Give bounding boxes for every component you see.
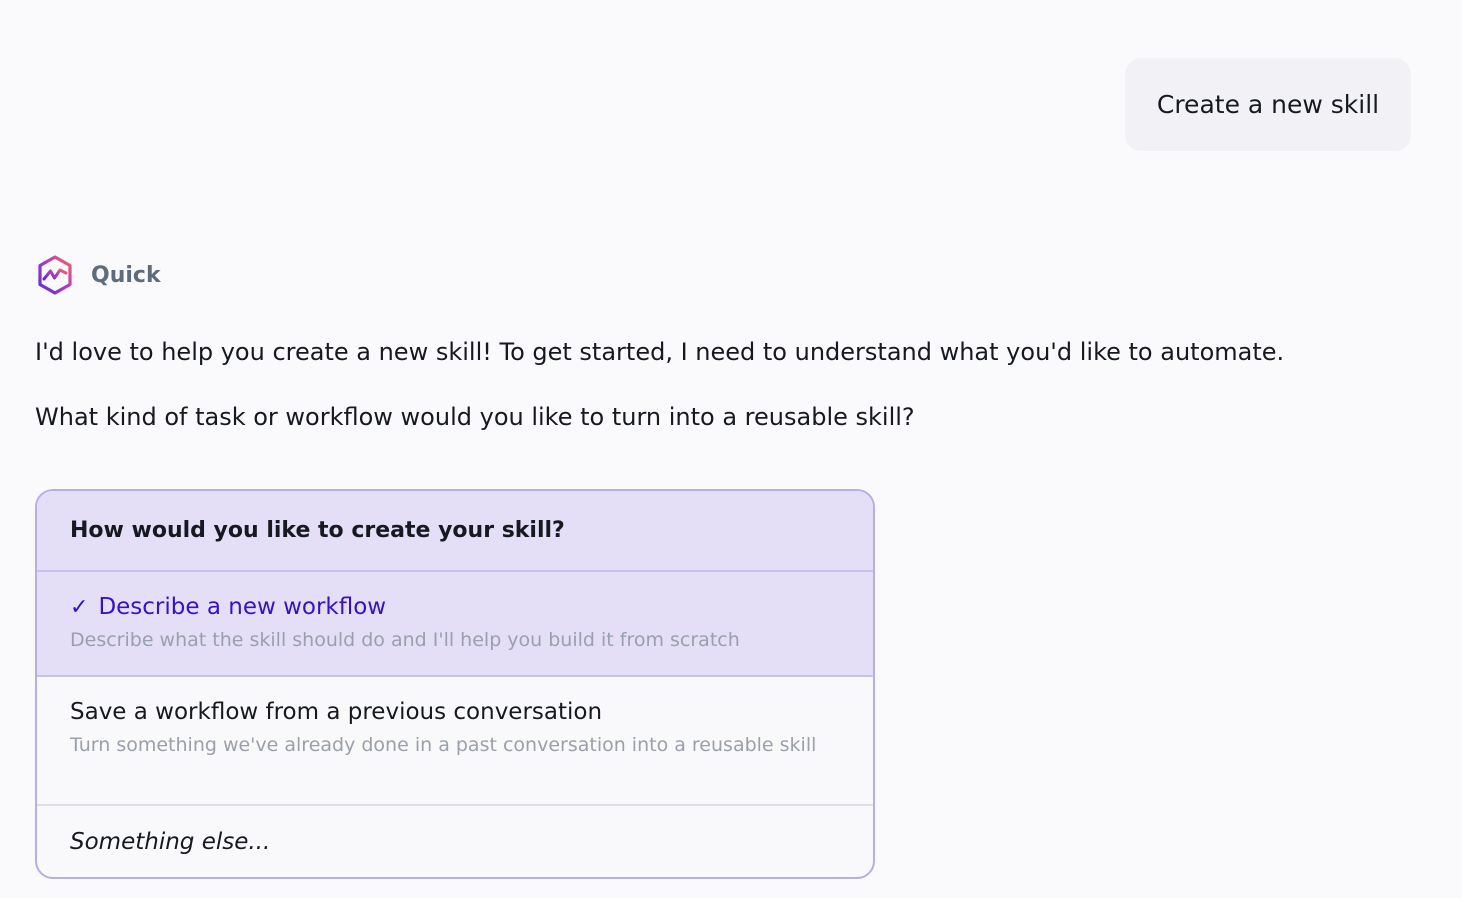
choice-card-question: How would you like to create your skill? [37, 491, 873, 572]
assistant-message-paragraph: I'd love to help you create a new skill!… [35, 338, 1285, 366]
option-description: Describe what the skill should do and I'… [70, 628, 740, 651]
option-title: Save a workflow from a previous conversa… [70, 699, 603, 725]
assistant-name: Quick [91, 262, 161, 288]
option-title: Something else... [70, 828, 271, 855]
option-something-else[interactable]: Something else... [37, 806, 873, 877]
option-save-previous-workflow[interactable]: Save a workflow from a previous conversa… [37, 677, 873, 806]
assistant-header: Quick [35, 254, 161, 296]
skill-creation-choice-card: How would you like to create your skill?… [35, 489, 875, 879]
chat-page: Create a new skill Quick I'd love to hel… [0, 0, 1462, 898]
option-description: Turn something we've already done in a p… [70, 733, 817, 756]
checkmark-icon: ✓ [70, 595, 89, 620]
user-message-bubble: Create a new skill [1125, 58, 1411, 151]
quick-hexagon-logo-icon [38, 255, 72, 295]
assistant-message-paragraph: What kind of task or workflow would you … [35, 403, 915, 431]
option-describe-new-workflow[interactable]: ✓ Describe a new workflow Describe what t… [37, 572, 873, 677]
user-message-text: Create a new skill [1156, 90, 1380, 119]
option-title: Describe a new workflow [98, 594, 387, 620]
